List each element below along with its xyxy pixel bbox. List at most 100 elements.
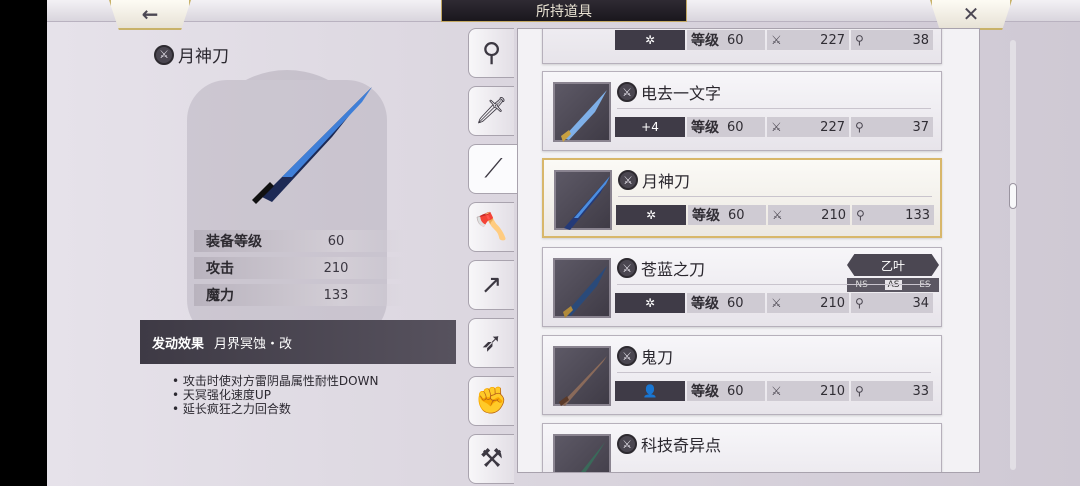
- level-label: 等级: [691, 384, 719, 400]
- user-badge: 👤: [615, 381, 685, 401]
- stat-row-magic: 魔力 133: [194, 284, 404, 306]
- item-list[interactable]: ✲ 等级 60 ⚔ 227 ⚲ 38 ⚔ 电去一文字 +4 等级 60 ⚔ 227 ⚲ 37 …: [517, 28, 980, 473]
- magic-pill: ⚲ 33: [851, 381, 933, 401]
- item-stats: +4 等级 60 ⚔ 227 ⚲ 37: [615, 116, 933, 138]
- magic-icon: ⚲: [855, 296, 864, 310]
- rank-badge: +4: [615, 117, 685, 137]
- item-thumbnail: [554, 170, 612, 230]
- attack-pill: ⚔ 210: [768, 205, 850, 225]
- page-title: 所持道具: [441, 0, 687, 22]
- rank-badge: ✲: [616, 205, 686, 225]
- attack-value: 227: [820, 32, 845, 48]
- katana-type-icon: ⚔: [617, 434, 637, 454]
- item-title: ⚔ 月神刀: [154, 42, 229, 67]
- attack-pill: ⚔ 227: [767, 117, 849, 137]
- tab-staff[interactable]: ⚲: [468, 28, 514, 78]
- katana-type-icon: ⚔: [618, 170, 638, 190]
- hammer-icon: ⚒: [479, 444, 504, 474]
- magic-pill: ⚲ 133: [852, 205, 934, 225]
- list-item-selected[interactable]: ⚔ 月神刀 ✲ 等级 60 ⚔ 210 ⚲ 133: [542, 158, 942, 238]
- attack-pill: ⚔ 227: [767, 30, 849, 50]
- close-button[interactable]: ✕: [930, 0, 1012, 30]
- magic-value: 34: [912, 295, 929, 311]
- tab-sword[interactable]: 🗡: [468, 86, 514, 136]
- sword-icon: 🗡: [474, 96, 508, 126]
- game-screen: ← 所持道具 ✕ ⚔ 月神刀 装备等级 60 攻击 210 魔力 133 发动效果 月…: [0, 0, 1080, 486]
- mode-ns: NS: [855, 280, 868, 290]
- item-name: 科技奇异点: [641, 436, 722, 455]
- fist-icon: ✊: [475, 386, 508, 416]
- list-item[interactable]: ⚔ 电去一文字 +4 等级 60 ⚔ 227 ⚲ 37: [542, 71, 942, 151]
- level-value: 60: [727, 295, 744, 311]
- stat-value: 60: [327, 233, 345, 249]
- attack-icon: ⚔: [771, 33, 782, 47]
- item-name-row: ⚔ 月神刀: [618, 168, 690, 192]
- axe-icon: 🪓: [475, 212, 508, 242]
- tab-spear[interactable]: ↗: [468, 260, 514, 310]
- magic-value: 133: [905, 207, 930, 223]
- stat-label: 攻击: [206, 261, 234, 277]
- close-icon: ✕: [962, 2, 980, 26]
- magic-pill: ⚲ 34: [851, 293, 933, 313]
- list-item[interactable]: ⚔ 苍蓝之刀 乙叶 NS AS ES ✲ 等级 60 ⚔ 210 ⚲ 34: [542, 247, 942, 327]
- attack-icon: ⚔: [771, 384, 782, 398]
- level-pill: 等级 60: [688, 205, 766, 225]
- attack-value: 210: [820, 383, 845, 399]
- weapon-type-icon: ⚔: [154, 44, 174, 65]
- item-stats: ✲ 等级 60 ⚔ 210 ⚲ 34: [615, 292, 933, 314]
- level-value: 60: [728, 207, 745, 223]
- item-name-row: ⚔ 科技奇异点: [617, 432, 721, 456]
- attack-icon: ⚔: [771, 120, 782, 134]
- level-value: 60: [727, 32, 744, 48]
- tab-katana[interactable]: ⟋: [468, 144, 518, 194]
- item-name: 月神刀: [642, 172, 691, 191]
- effect-banner: 发动效果 月界冥蚀・改: [140, 320, 456, 364]
- item-thumbnail: [553, 82, 611, 142]
- item-name-row: ⚔ 电去一文字: [617, 80, 721, 104]
- item-name: 电去一文字: [641, 84, 722, 103]
- inventory-stage: ← 所持道具 ✕ ⚔ 月神刀 装备等级 60 攻击 210 魔力 133 发动效果 月…: [47, 0, 1080, 486]
- item-name-row: ⚔ 鬼刀: [617, 344, 673, 368]
- level-pill: 等级 60: [687, 381, 765, 401]
- tab-axe[interactable]: 🪓: [468, 202, 514, 252]
- item-name: 鬼刀: [641, 348, 674, 367]
- level-label: 等级: [691, 120, 719, 136]
- tab-bow[interactable]: ➶: [468, 318, 514, 368]
- item-stats: ✲ 等级 60 ⚔ 227 ⚲ 38: [615, 29, 933, 51]
- tab-hammer[interactable]: ⚒: [468, 434, 514, 484]
- item-stats: ✲ 等级 60 ⚔ 210 ⚲ 133: [616, 204, 934, 226]
- scrollbar-track[interactable]: [1010, 40, 1016, 470]
- attack-value: 227: [820, 119, 845, 135]
- attack-icon: ⚔: [772, 208, 783, 222]
- attack-value: 210: [820, 295, 845, 311]
- effect-list: 攻击时使对方雷阴晶属性耐性DOWN 天冥强化速度UP 延长疯狂之力回合数: [172, 374, 379, 416]
- rank-badge: ✲: [615, 293, 685, 313]
- stat-table: 装备等级 60 攻击 210 魔力 133: [194, 230, 404, 311]
- magic-value: 38: [912, 32, 929, 48]
- list-item[interactable]: ⚔ 鬼刀 👤 等级 60 ⚔ 210 ⚲ 33: [542, 335, 942, 415]
- back-arrow-icon: ←: [141, 2, 159, 26]
- list-item[interactable]: ✲ 等级 60 ⚔ 227 ⚲ 38: [542, 29, 942, 64]
- level-value: 60: [727, 119, 744, 135]
- level-pill: 等级 60: [687, 117, 765, 137]
- scrollbar-thumb[interactable]: [1009, 183, 1017, 209]
- divider: [617, 108, 931, 109]
- level-label: 等级: [691, 33, 719, 49]
- magic-icon: ⚲: [855, 120, 864, 134]
- divider: [617, 372, 931, 373]
- item-thumbnail: [553, 346, 611, 406]
- list-item[interactable]: ⚔ 科技奇异点: [542, 423, 942, 472]
- level-pill: 等级 60: [687, 30, 765, 50]
- level-value: 60: [727, 383, 744, 399]
- tab-fist[interactable]: ✊: [468, 376, 514, 426]
- weapon-category-tabs: ⚲ 🗡 ⟋ 🪓 ↗ ➶ ✊ ⚒: [468, 28, 518, 486]
- mode-es: ES: [919, 280, 931, 290]
- weapon-image: [252, 87, 372, 204]
- katana-type-icon: ⚔: [617, 258, 637, 278]
- stat-label: 魔力: [206, 288, 234, 304]
- mode-tags: NS AS ES: [847, 278, 939, 292]
- bow-icon: ➶: [480, 328, 503, 358]
- level-pill: 等级 60: [687, 293, 765, 313]
- stat-row-attack: 攻击 210: [194, 257, 404, 279]
- back-button[interactable]: ←: [109, 0, 191, 30]
